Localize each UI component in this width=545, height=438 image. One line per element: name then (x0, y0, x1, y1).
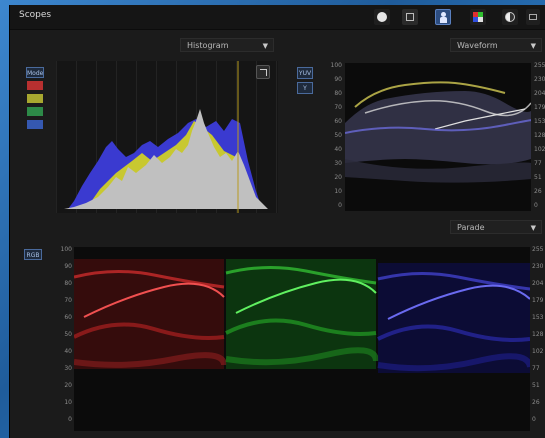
scale-tick: 30 (334, 160, 342, 167)
scale-tick: 30 (64, 365, 72, 372)
scale-tick: 0 (68, 416, 72, 423)
expand-icon[interactable] (256, 65, 270, 79)
histogram-dropdown-label: Histogram (187, 41, 229, 50)
scale-tick: 10 (334, 188, 342, 195)
rgb-button-label: RGB (26, 252, 40, 259)
scale-tick: 70 (334, 104, 342, 111)
yuv-button-label: YUV (298, 70, 312, 77)
scale-tick: 50 (64, 331, 72, 338)
histogram-chart (56, 61, 278, 213)
blue-channel-parade (377, 263, 530, 373)
scale-tick: 128 (534, 132, 545, 139)
person-icon[interactable] (435, 9, 451, 25)
scale-tick: 179 (532, 297, 544, 304)
scale-tick: 128 (532, 331, 544, 338)
waveform-mode-dropdown[interactable]: Waveform ▼ (450, 38, 542, 52)
scale-tick: 26 (532, 399, 540, 406)
scale-tick: 179 (534, 104, 545, 111)
scale-tick: 204 (534, 90, 545, 97)
waveform-dropdown-label: Waveform (457, 41, 498, 50)
scale-tick: 80 (334, 90, 342, 97)
histogram-mode-toggle[interactable]: Mode (26, 67, 44, 78)
waveform-plot (345, 63, 531, 211)
chevron-down-icon: ▼ (530, 42, 536, 50)
waveform-chart (345, 63, 531, 211)
more-icon[interactable] (526, 9, 540, 25)
blue-channel-swatch[interactable] (27, 120, 43, 129)
scale-tick: 77 (534, 160, 542, 167)
chevron-down-icon: ▼ (262, 42, 268, 50)
window-title: Scopes (19, 10, 52, 20)
scale-tick: 0 (532, 416, 536, 423)
parade-mode-dropdown[interactable]: Parade ▼ (450, 220, 542, 234)
green-channel-swatch[interactable] (27, 107, 43, 116)
scopes-window: Scopes Histogram ▼ Mode Waveform ▼ YUV Y… (9, 5, 545, 438)
rgb-button[interactable]: RGB (24, 249, 42, 260)
red-channel-swatch[interactable] (27, 81, 43, 90)
scale-tick: 26 (534, 188, 542, 195)
scale-tick: 80 (64, 280, 72, 287)
waveform-scale-right: 255 230 204 179 153 128 102 77 51 26 0 (534, 63, 545, 213)
scale-tick: 102 (534, 146, 545, 153)
waveform-scale-left: 100 90 80 70 60 50 40 30 20 10 0 (326, 63, 342, 213)
scale-tick: 90 (334, 76, 342, 83)
scale-tick: 90 (64, 263, 72, 270)
scale-tick: 0 (534, 202, 538, 209)
red-channel-parade (74, 259, 227, 369)
scale-tick: 255 (534, 62, 545, 69)
palette-icon[interactable] (470, 9, 486, 25)
parade-scale-left: 100 90 80 70 60 50 40 30 20 10 0 (56, 247, 72, 427)
scale-tick: 255 (532, 246, 544, 253)
scale-tick: 40 (334, 146, 342, 153)
scale-tick: 60 (334, 118, 342, 125)
histogram-mode-dropdown[interactable]: Histogram ▼ (180, 38, 274, 52)
scale-tick: 153 (534, 118, 545, 125)
parade-dropdown-label: Parade (457, 223, 485, 232)
scale-tick: 10 (64, 399, 72, 406)
chevron-down-icon: ▼ (530, 224, 536, 232)
histogram-toggle-label: Mode (27, 70, 44, 77)
luma-button[interactable]: Y (297, 82, 313, 94)
scale-tick: 20 (334, 174, 342, 181)
scale-tick: 77 (532, 365, 540, 372)
yuv-button[interactable]: YUV (297, 67, 313, 79)
green-channel-parade (225, 259, 379, 369)
parade-chart (74, 259, 530, 373)
scale-tick: 20 (64, 382, 72, 389)
scale-tick: 153 (532, 314, 544, 321)
scale-tick: 51 (534, 174, 542, 181)
circle-icon[interactable] (374, 9, 390, 25)
scale-tick: 70 (64, 297, 72, 304)
scale-tick: 100 (330, 62, 342, 69)
scale-tick: 230 (532, 263, 544, 270)
luma-button-label: Y (303, 85, 307, 92)
scale-tick: 50 (334, 132, 342, 139)
title-bar: Scopes (10, 5, 545, 30)
histogram-plot (56, 61, 278, 213)
checkbox-icon[interactable] (402, 9, 418, 25)
scale-tick: 100 (60, 246, 72, 253)
scale-tick: 60 (64, 314, 72, 321)
parade-plot (74, 247, 530, 431)
contrast-icon[interactable] (502, 9, 518, 25)
scale-tick: 40 (64, 348, 72, 355)
scale-tick: 230 (534, 76, 545, 83)
scale-tick: 0 (338, 202, 342, 209)
scale-tick: 204 (532, 280, 544, 287)
parade-scale-right: 255 230 204 179 153 128 102 77 51 26 0 (532, 247, 545, 427)
scale-tick: 102 (532, 348, 544, 355)
scale-tick: 51 (532, 382, 540, 389)
yellow-channel-swatch[interactable] (27, 94, 43, 103)
